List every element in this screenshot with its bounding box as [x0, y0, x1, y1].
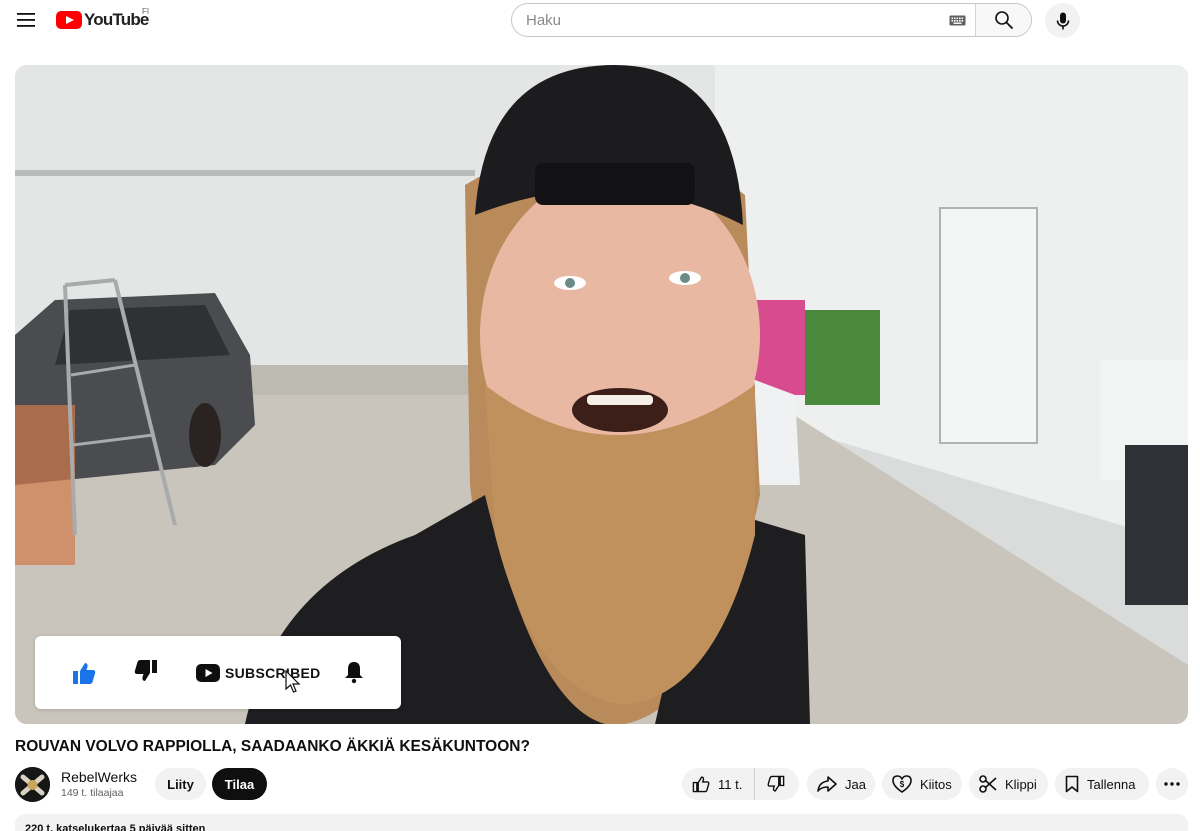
- youtube-icon: [196, 664, 220, 682]
- like-count: 11 t.: [718, 776, 743, 792]
- save-label: Tallenna: [1087, 776, 1136, 792]
- more-actions-button[interactable]: [1156, 768, 1188, 800]
- search-icon: [994, 11, 1013, 29]
- channel-owner: RebelWerks 149 t. tilaajaa: [15, 766, 137, 802]
- mouse-cursor-icon: [285, 670, 301, 693]
- thumbs-down-icon: [767, 775, 785, 792]
- description-box[interactable]: 220 t. katselukertaa 5 päivää sitten: [15, 814, 1188, 831]
- subscribed-label: SUBSCRIBED: [225, 665, 321, 681]
- bookmark-icon: [1065, 775, 1079, 793]
- video-title: ROUVAN VOLVO RAPPIOLLA, SAADAANKO ÄKKIÄ …: [15, 738, 530, 755]
- thumbs-down-icon[interactable]: [133, 658, 159, 684]
- channel-meta: RebelWerks 149 t. tilaajaa: [61, 768, 137, 800]
- youtube-logo[interactable]: YouTube: [56, 9, 149, 31]
- svg-text:$: $: [900, 780, 905, 789]
- video-player[interactable]: SUBSCRIBED: [15, 65, 1188, 724]
- channel-name[interactable]: RebelWerks: [61, 768, 137, 786]
- bell-icon[interactable]: [343, 660, 365, 684]
- like-button[interactable]: 11 t.: [682, 768, 756, 800]
- like-dislike-group: 11 t.: [682, 768, 799, 800]
- microphone-icon[interactable]: [1045, 3, 1080, 38]
- masthead: YouTube FI: [0, 0, 1200, 40]
- more-horizontal-icon: [1164, 782, 1180, 786]
- subscriber-count: 149 t. tilaajaa: [61, 787, 124, 799]
- subscribe-button[interactable]: Tilaa: [212, 768, 267, 800]
- hamburger-icon[interactable]: [10, 4, 42, 36]
- join-button[interactable]: Liity: [155, 768, 206, 800]
- share-icon: [817, 776, 837, 792]
- save-button[interactable]: Tallenna: [1055, 768, 1149, 800]
- dislike-button[interactable]: [755, 768, 797, 800]
- thanks-label: Kiitos: [920, 776, 952, 792]
- scissors-icon: [979, 775, 997, 793]
- thumbs-up-icon: [692, 776, 710, 793]
- view-count-date: 220 t. katselukertaa 5 päivää sitten: [25, 823, 206, 831]
- thanks-button[interactable]: $ Kiitos: [882, 768, 962, 800]
- overlay-subscribe-card: SUBSCRIBED: [35, 636, 401, 709]
- clip-button[interactable]: Klippi: [969, 768, 1048, 800]
- search-input[interactable]: [512, 4, 939, 36]
- avatar[interactable]: [15, 766, 50, 802]
- share-label: Jaa: [845, 776, 866, 792]
- search-box: [511, 3, 1032, 37]
- country-code: FI: [142, 7, 150, 16]
- heart-dollar-icon: $: [892, 775, 912, 793]
- video-frame: [15, 65, 1188, 724]
- search-button[interactable]: [975, 4, 1031, 36]
- youtube-logo-icon: [56, 11, 82, 29]
- clip-label: Klippi: [1005, 776, 1037, 792]
- keyboard-icon[interactable]: [939, 4, 975, 36]
- logo-text: YouTube: [84, 10, 149, 29]
- thumbs-up-icon[interactable]: [71, 660, 97, 686]
- share-button[interactable]: Jaa: [807, 768, 875, 800]
